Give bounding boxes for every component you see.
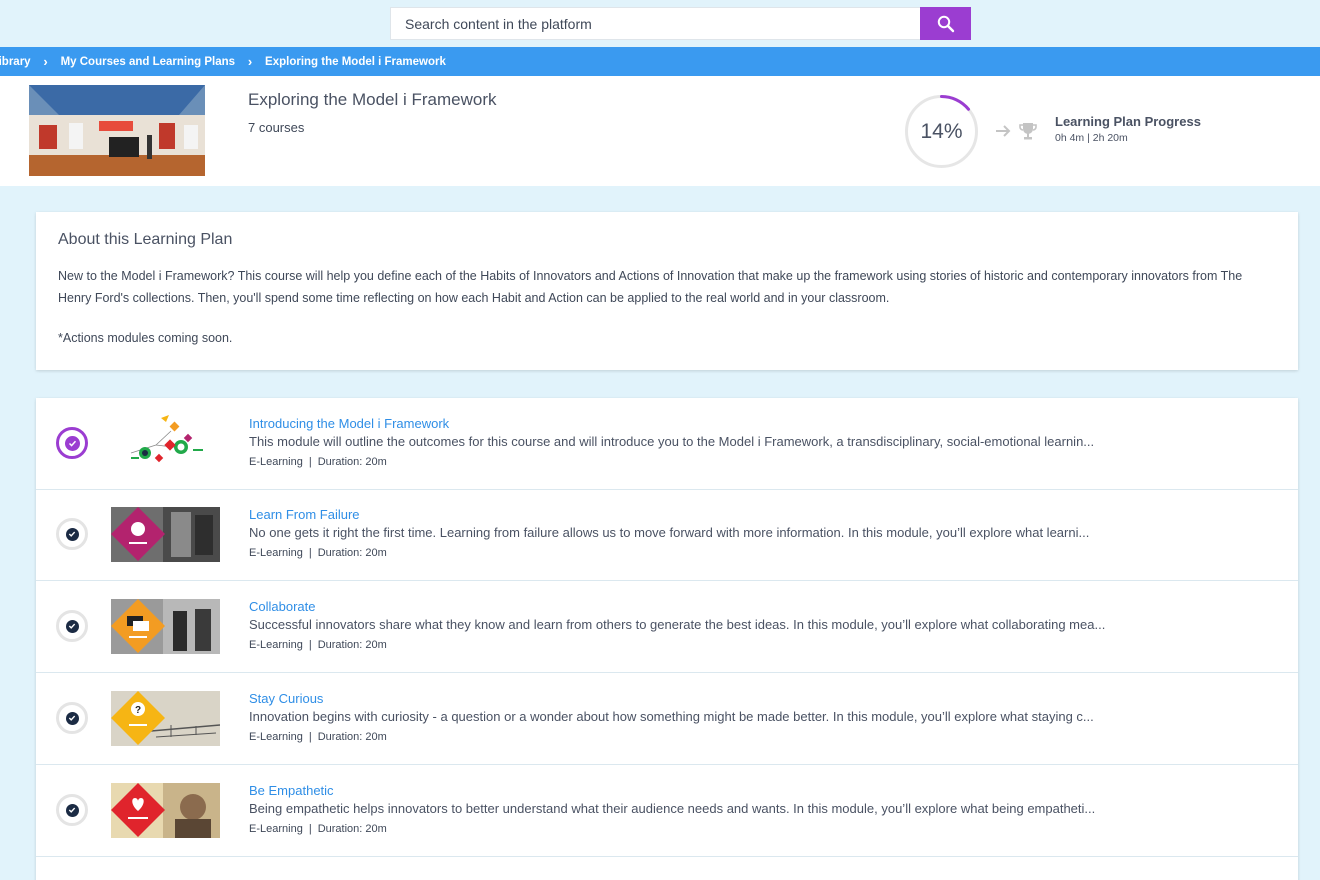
breadcrumb-current: Exploring the Model i Framework <box>265 55 446 68</box>
course-type: E-Learning <box>249 639 303 651</box>
course-meta: E-Learning | Duration: 20m <box>249 456 387 468</box>
plan-course-count: 7 courses <box>248 120 305 135</box>
course-description: Being empathetic helps innovators to bet… <box>249 801 1096 816</box>
course-row[interactable]: Collaborate Successful innovators share … <box>36 581 1298 673</box>
course-thumbnail <box>111 599 220 654</box>
search-bar <box>390 7 971 40</box>
breadcrumb-my-courses[interactable]: My Courses and Learning Plans <box>61 56 235 68</box>
course-title-link[interactable]: Collaborate <box>249 599 316 614</box>
plan-title: Exploring the Model i Framework <box>248 90 497 109</box>
course-description: This module will outline the outcomes fo… <box>249 434 1095 449</box>
search-input[interactable] <box>390 7 920 40</box>
status-completed-icon <box>56 794 88 826</box>
course-duration: Duration: 20m <box>317 731 387 743</box>
course-list: Introducing the Model i Framework This m… <box>36 398 1298 880</box>
course-meta: E-Learning | Duration: 20m <box>249 731 387 743</box>
svg-text:?: ? <box>135 705 141 716</box>
course-duration: Duration: 20m <box>317 639 387 651</box>
course-thumbnail <box>111 413 220 468</box>
plan-thumbnail <box>29 85 205 176</box>
breadcrumb-separator-icon: › <box>247 54 253 69</box>
course-title-link[interactable]: Learn From Failure <box>249 507 360 522</box>
course-description: No one gets it right the first time. Lea… <box>249 525 1090 540</box>
course-row[interactable]: Introducing the Model i Framework This m… <box>36 398 1298 490</box>
status-completed-icon <box>56 518 88 550</box>
course-duration: Duration: 20m <box>317 547 387 559</box>
search-icon <box>937 15 954 32</box>
course-duration: Duration: 20m <box>317 823 387 835</box>
breadcrumb-separator-icon: › <box>43 54 48 69</box>
course-row[interactable]: Learn From Failure No one gets it right … <box>36 489 1298 581</box>
plan-header: Exploring the Model i Framework 7 course… <box>0 76 1320 186</box>
about-card: About this Learning Plan New to the Mode… <box>36 212 1298 370</box>
search-button[interactable] <box>920 7 971 40</box>
arrow-right-icon <box>996 125 1011 137</box>
course-title-link[interactable]: Be Empathetic <box>249 783 334 798</box>
course-title-link[interactable]: Stay Curious <box>249 691 323 706</box>
course-description: Successful innovators share what they kn… <box>249 617 1106 632</box>
course-type: E-Learning <box>249 731 303 743</box>
about-title: About this Learning Plan <box>58 231 233 248</box>
progress-title: Learning Plan Progress <box>1055 114 1201 129</box>
course-type: E-Learning <box>249 456 303 468</box>
about-description: New to the Model i Framework? This cours… <box>58 269 1243 305</box>
course-meta: E-Learning | Duration: 20m <box>249 547 387 559</box>
breadcrumb-library[interactable]: e Library <box>0 56 31 68</box>
course-row[interactable]: Be Empathetic Being empathetic helps inn… <box>36 765 1298 857</box>
about-note: *Actions modules coming soon. <box>58 331 233 345</box>
progress-percent: 14% <box>920 119 963 143</box>
course-meta: E-Learning | Duration: 20m <box>249 639 387 651</box>
breadcrumb: e Library › My Courses and Learning Plan… <box>0 47 1320 76</box>
status-completed-icon <box>56 702 88 734</box>
trophy-icon <box>1019 123 1037 140</box>
course-thumbnail: ? <box>111 691 220 746</box>
course-row[interactable]: ? Stay Curious Innovation begins with cu… <box>36 673 1298 765</box>
course-title-link[interactable]: Introducing the Model i Framework <box>249 416 449 431</box>
course-thumbnail <box>111 507 220 562</box>
course-duration: Duration: 20m <box>317 456 387 468</box>
course-description: Innovation begins with curiosity - a que… <box>249 709 1094 724</box>
course-meta: E-Learning | Duration: 20m <box>249 823 387 835</box>
status-in-progress-icon <box>56 427 88 459</box>
course-thumbnail <box>111 783 220 838</box>
status-completed-icon <box>56 610 88 642</box>
course-type: E-Learning <box>249 547 303 559</box>
progress-time: 0h 4m | 2h 20m <box>1055 132 1128 144</box>
course-type: E-Learning <box>249 823 303 835</box>
